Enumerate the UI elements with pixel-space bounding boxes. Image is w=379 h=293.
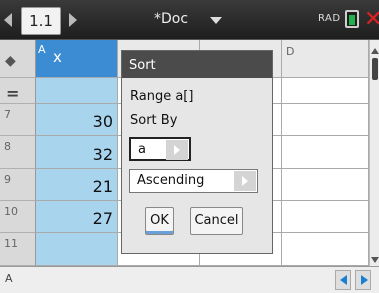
cell-value: 32 [92,145,113,164]
cell-value: 21 [92,177,113,196]
corner-header: ◆ [0,40,36,78]
current-cell-label: A [5,272,13,285]
cancel-button[interactable]: Cancel [190,207,243,235]
formula-row-header: = [0,78,36,104]
column-a-formula[interactable] [36,78,118,104]
column-d-letter: D [286,45,295,58]
sort-by-dropdown[interactable]: a [129,137,191,161]
scroll-thumb[interactable] [372,58,378,80]
scroll-left-icon[interactable] [335,270,351,290]
title-bar: 1.1 *Doc RAD ✕ [0,0,379,40]
dropdown-arrow-icon[interactable] [234,171,256,191]
column-d-header[interactable]: D [282,40,369,78]
column-a-letter: A [38,43,46,56]
document-title[interactable]: *Doc [154,11,188,27]
table-cell[interactable] [36,233,118,266]
dropdown-arrow-icon[interactable] [166,140,188,160]
table-cell[interactable]: 21 [36,169,118,201]
table-cell[interactable] [282,136,369,169]
range-label: Range a[] [130,89,194,104]
battery-icon [345,10,359,28]
cell-value: 30 [92,112,113,131]
sort-by-label: Sort By [130,113,178,128]
table-cell[interactable]: 32 [36,136,118,169]
order-value: Ascending [137,173,205,188]
order-dropdown[interactable]: Ascending [129,169,258,193]
table-cell[interactable] [282,169,369,201]
close-icon[interactable]: ✕ [364,7,379,33]
row-header: 8 [0,136,36,169]
pencil-icon: ◆ [5,53,16,69]
row-header: 9 [0,169,36,201]
table-cell[interactable]: 27 [36,201,118,233]
ok-button[interactable]: OK [145,207,174,235]
scroll-down-icon[interactable] [371,257,379,263]
table-cell[interactable] [282,104,369,136]
table-cell[interactable] [282,201,369,233]
scroll-up-icon[interactable] [371,48,379,54]
row-header: 10 [0,201,36,233]
vertical-scrollbar[interactable] [369,40,379,266]
column-a-header[interactable]: A x [36,40,118,78]
nav-left-icon[interactable] [4,13,12,27]
doc-menu-icon[interactable] [210,17,222,24]
row-header: 11 [0,233,36,266]
cell-value: 27 [92,209,113,228]
row-header: 7 [0,104,36,136]
sort-by-value: a [138,142,146,157]
nav-right-icon[interactable] [69,13,77,27]
scroll-right-icon[interactable] [355,270,371,290]
status-bar: A [0,266,379,293]
sort-dialog: Sort Range a[] Sort By a Ascending OK Ca… [121,50,273,254]
column-a-name: x [53,48,62,66]
table-cell[interactable] [282,233,369,266]
angle-mode: RAD [318,13,341,24]
page-tab[interactable]: 1.1 [21,7,61,35]
dialog-title: Sort [122,51,272,78]
column-d-formula[interactable] [282,78,369,104]
formula-symbol: = [6,84,20,103]
table-cell[interactable]: 30 [36,104,118,136]
